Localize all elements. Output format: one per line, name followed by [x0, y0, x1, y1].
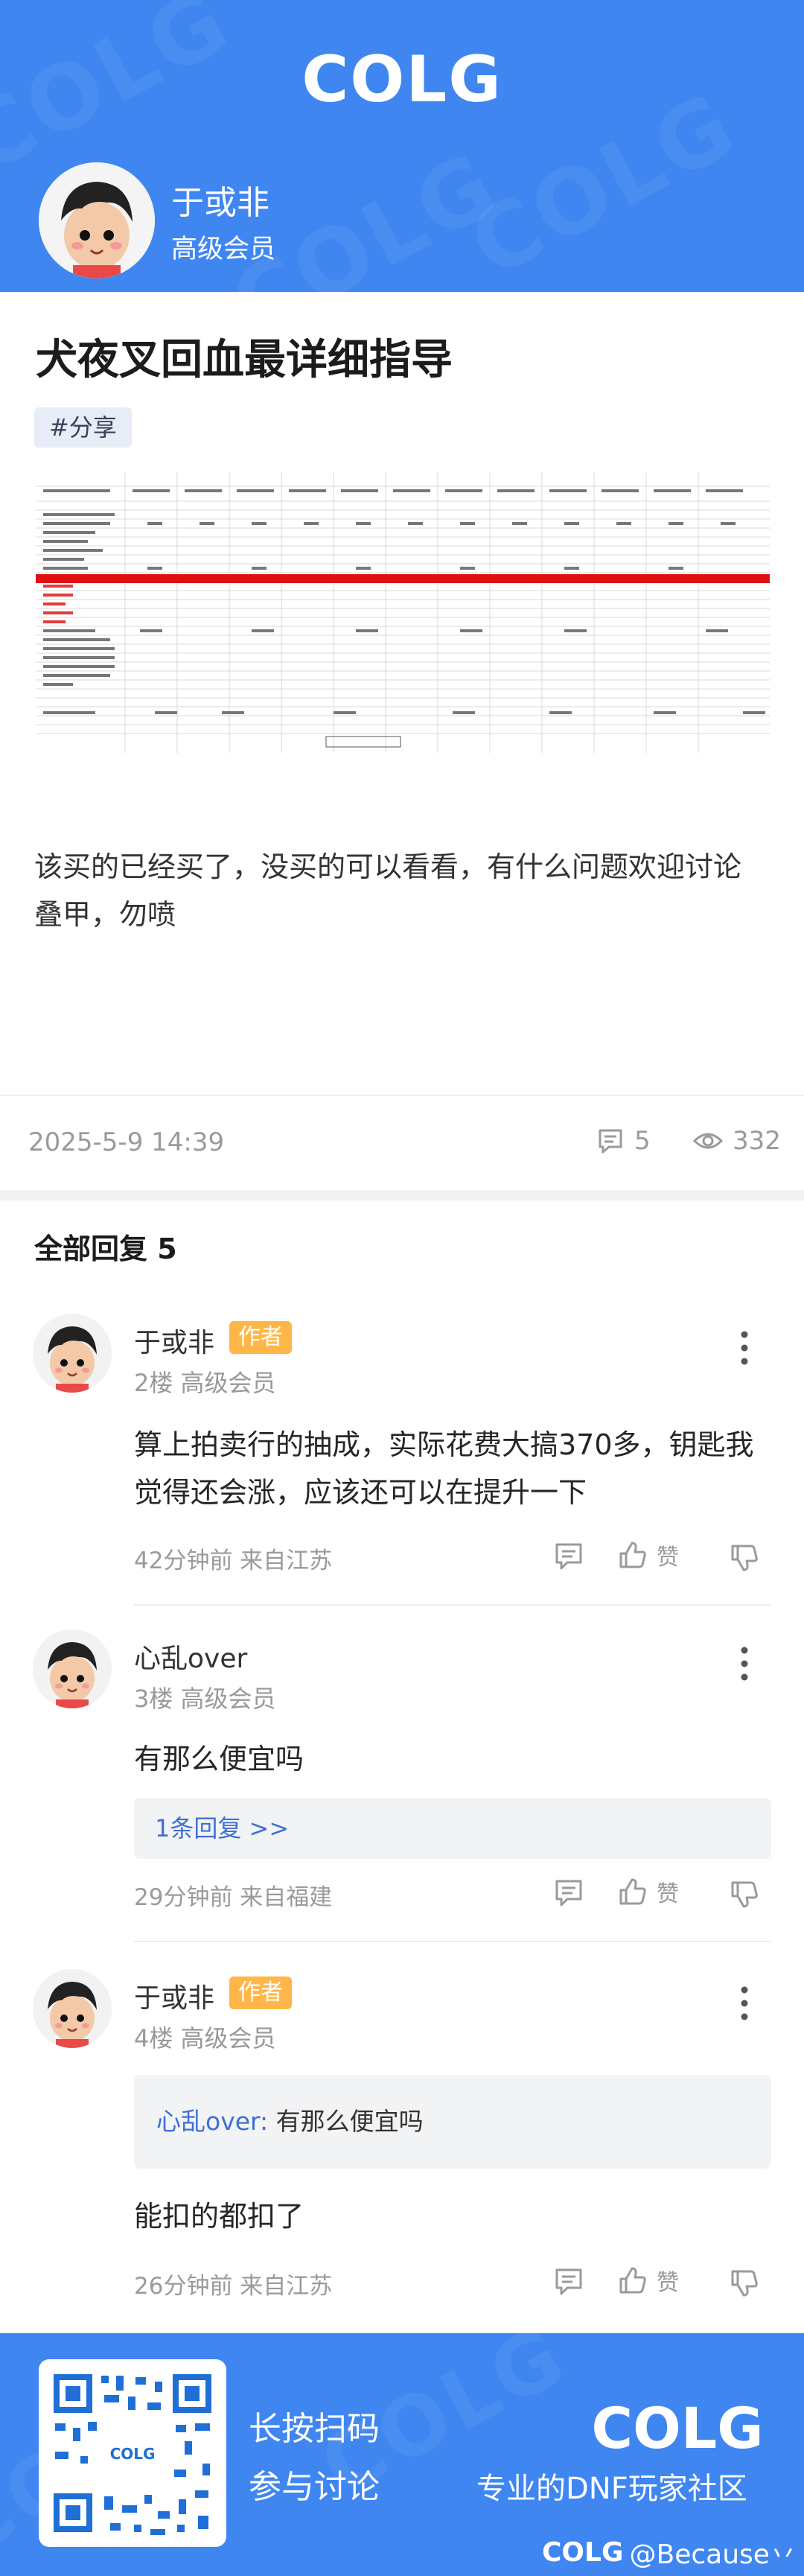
reply-item: 于或非 作者 2楼 高级会员 算上拍卖行的抽成，实际花费大搞370多，钥匙我觉得… [0, 1314, 804, 1612]
replies-heading-label: 全部回复 [34, 1233, 148, 1265]
footer-cta-line1: 长按扫码 [249, 2410, 380, 2448]
post-body-line: 叠甲，勿喷 [34, 898, 176, 931]
footer-cta-line2: 参与讨论 [249, 2468, 380, 2506]
logo-text: COLG [302, 45, 502, 112]
reply-text: 算上拍卖行的抽成，实际花费大搞370多，钥匙我觉得还会涨，应该还可以在提升一下 [134, 1428, 754, 1509]
reply-author-name[interactable]: 于或非 [134, 1321, 214, 1360]
author-avatar[interactable] [39, 162, 155, 279]
like-label: 赞 [657, 1881, 679, 1907]
topic-tag[interactable]: #分享 [34, 407, 132, 448]
replies-heading-count: 5 [157, 1233, 177, 1265]
floor-number: 3楼 [134, 1685, 173, 1713]
comment-count-value: 5 [634, 1126, 651, 1156]
post-title: 犬夜叉回血最详细指导 [36, 336, 453, 384]
thumbs-up-icon [619, 1878, 646, 1905]
author-level: 高级会员 [171, 235, 276, 264]
reply-floor-level: 3楼 高级会员 [134, 1680, 276, 1714]
avatar[interactable] [33, 1969, 112, 2048]
user-handle: COLG @Because丷 [542, 2533, 797, 2572]
post-body: 该买的已经买了，没买的可以看看，有什么问题欢迎讨论 叠甲，勿喷 [34, 843, 771, 938]
floor-number: 2楼 [134, 1369, 173, 1397]
footer-slogan: 专业的DNF玩家社区 [476, 2472, 747, 2506]
floor-number: 4楼 [134, 2024, 173, 2052]
qr-logo-text: COLG [110, 2445, 156, 2463]
quote-author: 心乱over: [156, 2107, 269, 2136]
author-badge: 作者 [229, 1976, 292, 2009]
thumbs-down-icon[interactable] [728, 1878, 761, 1911]
section-separator [0, 1190, 804, 1200]
thumbs-up-icon [619, 2267, 646, 2294]
thumbs-up-icon [619, 1542, 646, 1568]
reply-comment-icon[interactable] [552, 1540, 585, 1573]
view-count-value: 332 [733, 1126, 781, 1156]
share-footer: COLG COLG COLG [0, 2333, 804, 2576]
member-level: 高级会员 [180, 2024, 276, 2052]
avatar[interactable] [33, 1314, 112, 1393]
reply-comment-icon[interactable] [552, 1877, 585, 1909]
thumbs-down-icon[interactable] [728, 1542, 761, 1574]
more-options-icon[interactable] [733, 1326, 756, 1370]
quote-text: 有那么便宜吗 [275, 2107, 424, 2136]
qr-code[interactable]: COLG [39, 2359, 226, 2547]
reply-author-name[interactable]: 心乱over [134, 1637, 247, 1676]
thumbs-down-icon[interactable] [728, 2267, 761, 2300]
more-options-icon[interactable] [733, 1981, 756, 2026]
reply-time: 29分钟前 来自福建 [134, 1884, 333, 1911]
comment-icon [599, 1129, 622, 1154]
more-options-icon[interactable] [733, 1641, 756, 1686]
footer-logo-text: COLG [591, 2397, 763, 2457]
author-badge: 作者 [229, 1321, 292, 1354]
comment-count[interactable]: 5 [596, 1126, 651, 1156]
post-date: 2025-5-9 14:39 [28, 1128, 225, 1157]
sub-replies-link[interactable]: 1条回复 >> [134, 1798, 771, 1859]
post-body-line: 该买的已经买了，没买的可以看看，有什么问题欢迎讨论 [34, 850, 742, 883]
reply-time: 42分钟前 来自江苏 [134, 1548, 333, 1574]
reply-time: 26分钟前 来自江苏 [134, 2273, 333, 2300]
avatar[interactable] [33, 1629, 112, 1708]
eye-icon [692, 1133, 724, 1149]
view-count: 332 [692, 1126, 781, 1156]
replies-heading: 全部回复 5 [34, 1226, 177, 1267]
like-label: 赞 [657, 2270, 679, 2296]
member-level: 高级会员 [180, 1685, 276, 1713]
quoted-reply[interactable]: 心乱over: 有那么便宜吗 [134, 2075, 771, 2169]
colg-logo: COLG [591, 2397, 763, 2457]
colg-logo: COLG [302, 45, 502, 112]
reply-author-name[interactable]: 于或非 [134, 1976, 214, 2015]
reply-item: 心乱over 3楼 高级会员 有那么便宜吗 1条回复 >> 29分钟前 来自福建… [0, 1629, 804, 1942]
reply-text: 能扣的都扣了 [134, 2200, 304, 2233]
divider [0, 1095, 804, 1096]
handle-logo: COLG [542, 2537, 624, 2568]
reply-text: 有那么便宜吗 [134, 1743, 304, 1775]
like-button[interactable]: 赞 [616, 2264, 679, 2297]
handle-text: @Because丷 [629, 2540, 797, 2570]
reply-divider [134, 1941, 771, 1942]
author-name[interactable]: 于或非 [171, 176, 269, 223]
like-label: 赞 [657, 1545, 679, 1571]
reply-floor-level: 2楼 高级会员 [134, 1364, 276, 1399]
reply-floor-level: 4楼 高级会员 [134, 2020, 276, 2054]
like-button[interactable]: 赞 [616, 1539, 679, 1571]
reply-item: 于或非 作者 4楼 高级会员 心乱over: 有那么便宜吗 能扣的都扣了 26分… [0, 1969, 804, 2312]
member-level: 高级会员 [180, 1369, 276, 1397]
reply-divider [134, 1604, 771, 1606]
like-button[interactable]: 赞 [616, 1875, 679, 1908]
post-header-banner: COLG COLG COLG COLG 于或非 高级会员 [0, 0, 804, 292]
spreadsheet-image[interactable] [36, 471, 770, 753]
watermark: COLG [0, 0, 247, 194]
reply-comment-icon[interactable] [552, 2265, 585, 2298]
